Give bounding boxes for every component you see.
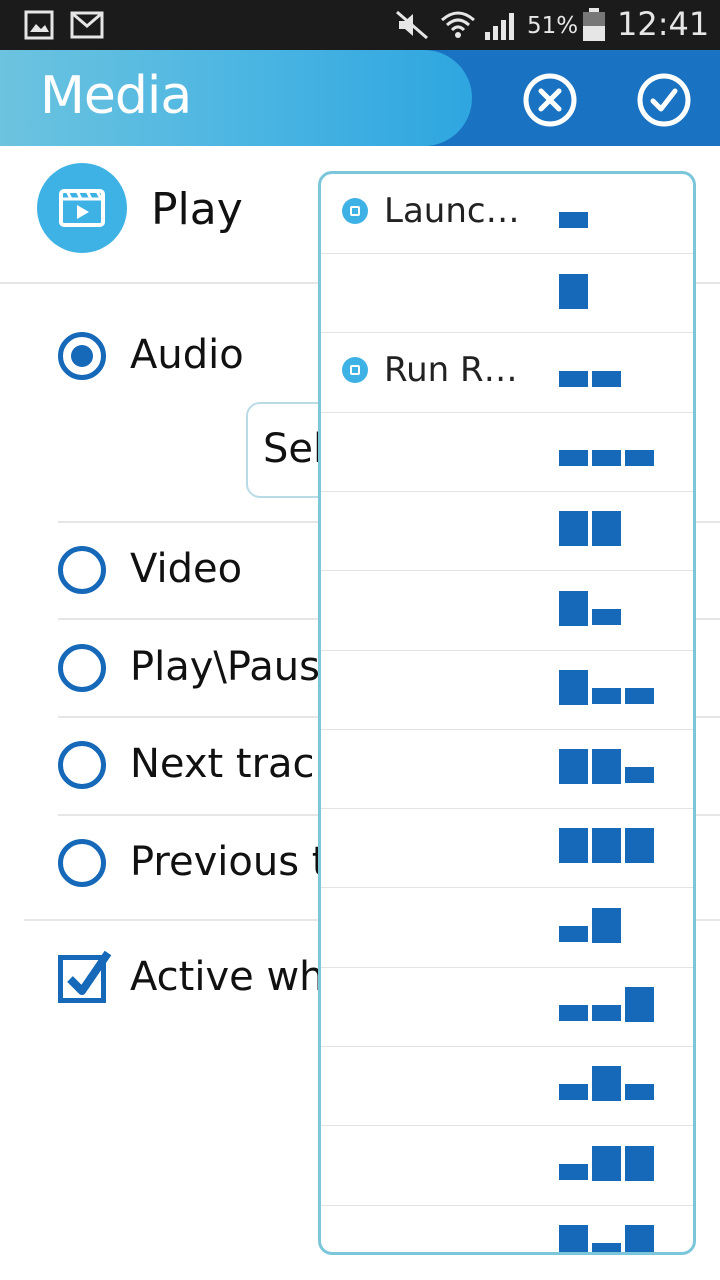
active-when-label: Active whe <box>130 954 350 1000</box>
option-label: Audio <box>130 332 244 378</box>
option-label: Next track <box>130 741 338 787</box>
vibration-pattern <box>559 967 659 1047</box>
vibration-pattern <box>559 253 659 333</box>
vibration-pattern <box>559 571 659 651</box>
pattern-segment <box>559 749 588 785</box>
vibration-pattern <box>559 808 659 888</box>
close-circle-icon[interactable] <box>522 72 578 128</box>
pattern-segment <box>592 608 621 625</box>
vibration-pattern <box>559 412 659 492</box>
dropdown-option[interactable]: Run R… <box>321 333 693 413</box>
pattern-segment <box>559 925 588 942</box>
page-title: Media <box>40 66 192 126</box>
radio-previous-track[interactable] <box>58 839 106 887</box>
pattern-segment <box>625 828 654 864</box>
gmail-icon <box>70 11 104 39</box>
vibration-pattern <box>559 174 659 254</box>
check-circle-icon[interactable] <box>636 72 692 128</box>
pattern-segment <box>559 212 588 228</box>
pattern-segment <box>559 1224 588 1252</box>
camera-icon <box>342 198 368 224</box>
vibration-pattern <box>559 1126 659 1206</box>
pattern-segment <box>592 687 621 704</box>
pattern-segment <box>592 511 621 547</box>
pattern-segment <box>559 511 588 547</box>
calculator-icon <box>342 356 368 383</box>
video-icon <box>37 163 127 253</box>
pattern-segment <box>592 1066 621 1102</box>
vibration-pattern <box>559 1205 659 1252</box>
radio-video[interactable] <box>58 546 106 594</box>
pattern-segment <box>592 828 621 864</box>
dropdown-option[interactable] <box>321 491 693 572</box>
dropdown-option[interactable] <box>321 967 693 1047</box>
pattern-segment <box>559 828 588 864</box>
pattern-segment <box>592 370 621 387</box>
clock: 12:41 <box>617 5 710 43</box>
pattern-segment <box>559 1005 588 1021</box>
pattern-segment <box>559 370 588 387</box>
option-label: Video <box>130 546 243 592</box>
vibration-pattern <box>559 1046 659 1126</box>
vibration-pattern <box>559 729 659 809</box>
vibration-pattern <box>559 888 659 968</box>
option-label: Play\Paus <box>130 644 320 690</box>
dropdown-option[interactable] <box>321 1126 693 1206</box>
active-when-checkbox[interactable] <box>58 950 112 1003</box>
battery-icon <box>583 8 605 41</box>
status-bar: 51% 12:41 <box>0 0 720 50</box>
dropdown-option[interactable] <box>321 571 693 651</box>
dropdown-option[interactable] <box>321 808 693 889</box>
pattern-segment <box>592 1145 621 1181</box>
wifi-icon <box>441 11 475 38</box>
pattern-segment <box>625 1084 654 1101</box>
vibration-pattern <box>559 491 659 571</box>
dropdown-option[interactable] <box>321 1205 693 1252</box>
pattern-segment <box>592 1005 621 1021</box>
pattern-segment <box>592 449 621 466</box>
dropdown-option[interactable]: Launc… <box>321 174 693 254</box>
vibration-pattern <box>559 333 659 413</box>
pattern-segment <box>592 907 621 943</box>
pattern-dropdown-popup[interactable]: Launc… Run R… <box>318 171 696 1255</box>
radio-audio[interactable] <box>58 332 106 380</box>
mute-icon <box>396 10 428 40</box>
signal-icon <box>485 13 514 40</box>
dropdown-option[interactable] <box>321 1046 693 1127</box>
pattern-segment <box>559 1084 588 1101</box>
battery-percent: 51% <box>527 13 579 39</box>
action-bar: Media <box>0 50 720 146</box>
action-label: Play <box>151 184 243 235</box>
dropdown-option[interactable] <box>321 729 693 810</box>
pattern-segment <box>559 669 588 705</box>
pattern-segment <box>625 987 654 1022</box>
pattern-segment <box>625 767 654 784</box>
dropdown-option-label: Launc… <box>384 191 520 231</box>
dropdown-option[interactable] <box>321 412 693 492</box>
pattern-segment <box>559 274 588 310</box>
option-label: Previous tr <box>130 839 344 885</box>
pattern-segment <box>592 749 621 785</box>
vibration-pattern <box>559 650 659 730</box>
pattern-segment <box>559 590 588 626</box>
dropdown-option-label: Run R… <box>384 349 518 390</box>
dropdown-option[interactable] <box>321 253 693 334</box>
radio-next-track[interactable] <box>58 741 106 789</box>
pattern-segment <box>625 687 654 704</box>
select-text: Sel <box>263 426 325 472</box>
pattern-segment <box>559 1163 588 1180</box>
dropdown-option[interactable] <box>321 650 693 730</box>
pattern-segment <box>625 449 654 466</box>
pattern-segment <box>559 449 588 466</box>
gallery-icon <box>24 10 54 40</box>
pattern-segment <box>625 1145 654 1181</box>
radio-play-pause[interactable] <box>58 644 106 692</box>
dropdown-option[interactable] <box>321 888 693 968</box>
pattern-segment <box>625 1224 654 1252</box>
pattern-segment <box>592 1242 621 1252</box>
